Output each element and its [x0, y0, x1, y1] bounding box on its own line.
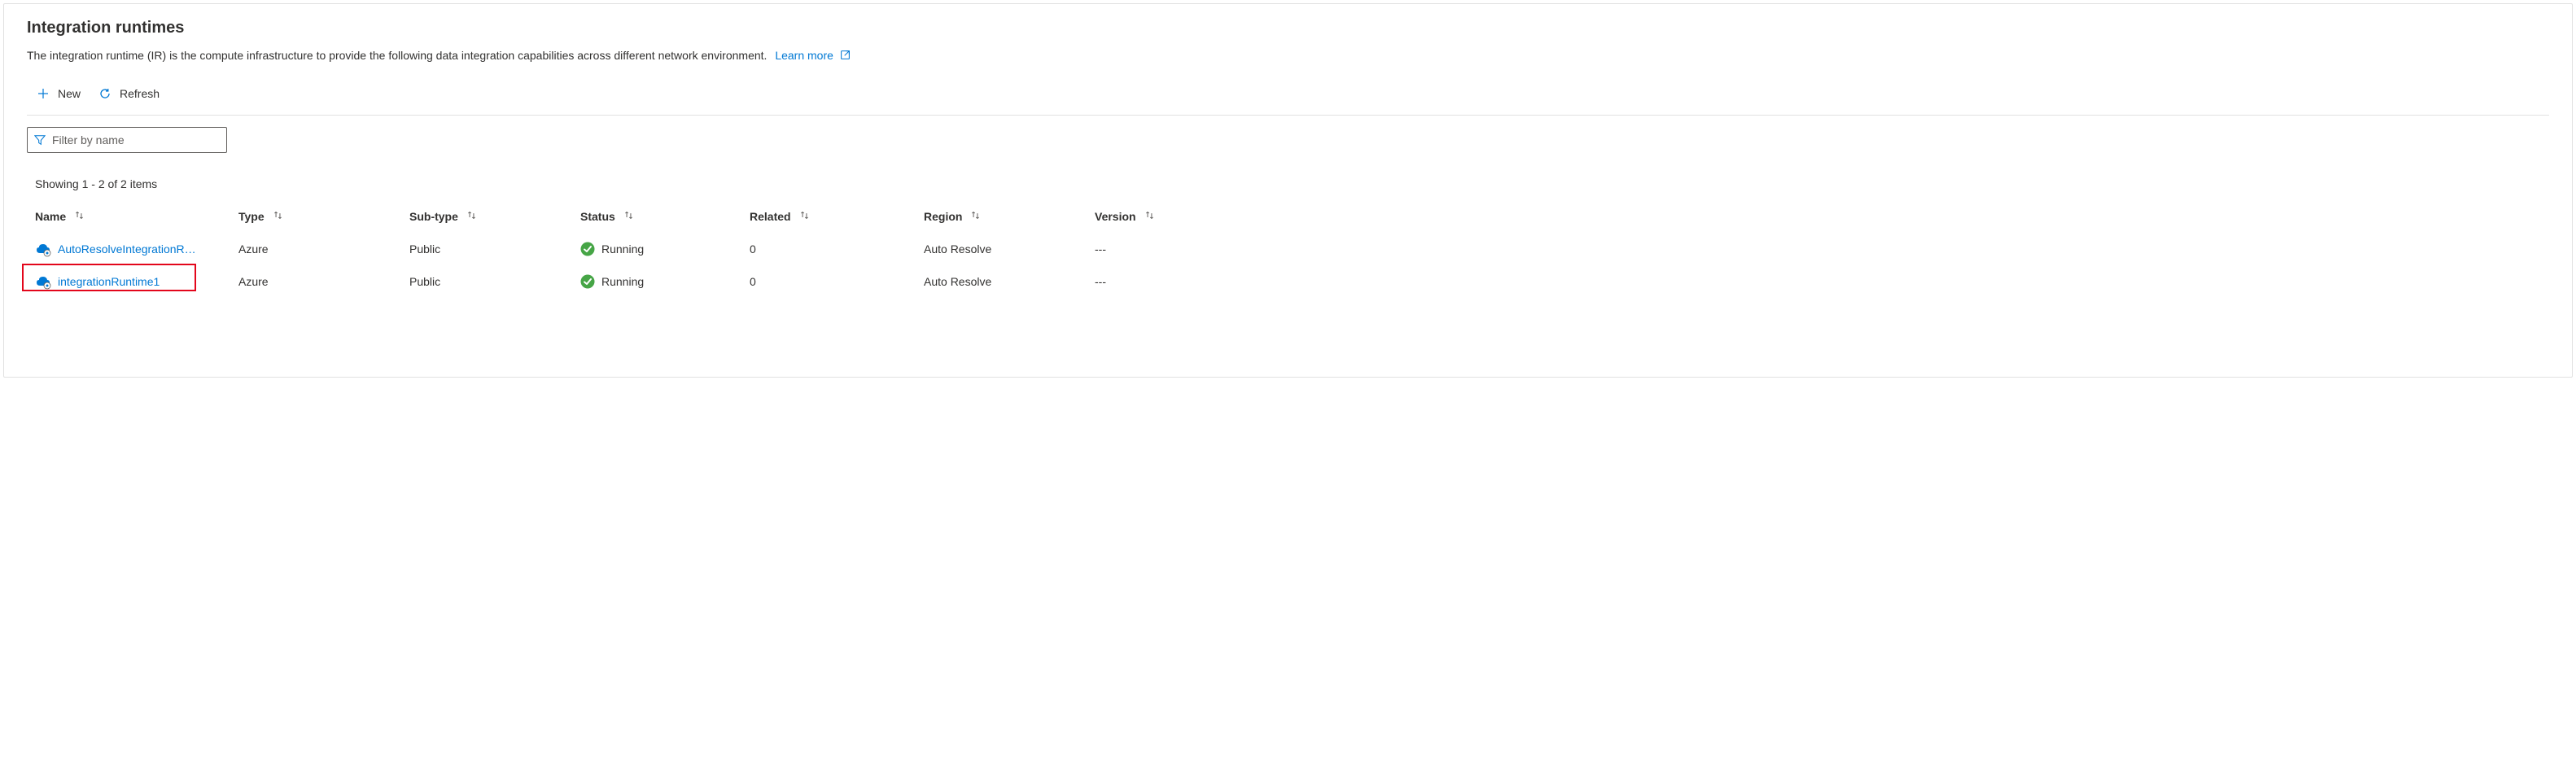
sort-icon: [623, 210, 634, 223]
filter-input-wrap[interactable]: [27, 127, 227, 153]
type-cell: Azure: [238, 275, 409, 288]
col-name[interactable]: Name: [35, 210, 238, 223]
cloud-runtime-icon: [35, 273, 51, 290]
filter-section: [27, 127, 2549, 153]
runtime-name-link[interactable]: AutoResolveIntegrationR…: [58, 242, 196, 256]
table-header: Name Type Sub-type: [27, 203, 2549, 233]
showing-text: Showing 1 - 2 of 2 items: [27, 168, 2549, 203]
table-row: integrationRuntime1 Azure Public Running…: [27, 265, 2549, 298]
related-cell: 0: [750, 242, 924, 256]
name-cell: integrationRuntime1: [35, 273, 238, 290]
name-cell: AutoResolveIntegrationR…: [35, 241, 238, 257]
status-text: Running: [601, 275, 644, 288]
page-title: Integration runtimes: [27, 19, 2549, 37]
col-type[interactable]: Type: [238, 210, 409, 223]
description-text: The integration runtime (IR) is the comp…: [27, 49, 767, 62]
col-subtype[interactable]: Sub-type: [409, 210, 580, 223]
col-related-label: Related: [750, 210, 791, 223]
subtype-cell: Public: [409, 242, 580, 256]
region-cell: Auto Resolve: [924, 275, 1095, 288]
runtimes-table: Name Type Sub-type: [27, 203, 2549, 298]
col-version[interactable]: Version: [1095, 210, 1257, 223]
col-version-label: Version: [1095, 210, 1136, 223]
new-button[interactable]: New: [35, 84, 82, 103]
refresh-button[interactable]: Refresh: [97, 84, 161, 103]
status-text: Running: [601, 242, 644, 256]
type-cell: Azure: [238, 242, 409, 256]
new-label: New: [58, 87, 81, 100]
sort-icon: [799, 210, 810, 223]
region-cell: Auto Resolve: [924, 242, 1095, 256]
col-status[interactable]: Status: [580, 210, 750, 223]
status-ok-icon: [580, 242, 595, 256]
filter-input[interactable]: [46, 133, 220, 146]
page-description: The integration runtime (IR) is the comp…: [27, 49, 2549, 63]
toolbar: New Refresh: [27, 79, 2549, 116]
col-type-label: Type: [238, 210, 265, 223]
learn-more-link[interactable]: Learn more: [775, 49, 850, 62]
status-cell: Running: [580, 274, 750, 289]
col-name-label: Name: [35, 210, 66, 223]
version-cell: ---: [1095, 275, 1257, 288]
learn-more-label: Learn more: [775, 49, 833, 62]
sort-icon: [970, 210, 981, 223]
filter-icon: [34, 134, 46, 146]
col-subtype-label: Sub-type: [409, 210, 458, 223]
version-cell: ---: [1095, 242, 1257, 256]
runtime-name-link[interactable]: integrationRuntime1: [58, 275, 160, 288]
sort-icon: [1144, 210, 1155, 223]
subtype-cell: Public: [409, 275, 580, 288]
refresh-icon: [98, 87, 112, 100]
status-cell: Running: [580, 242, 750, 256]
refresh-label: Refresh: [120, 87, 160, 100]
sort-icon: [273, 210, 283, 223]
col-region-label: Region: [924, 210, 962, 223]
integration-runtimes-panel: Integration runtimes The integration run…: [3, 3, 2573, 378]
sort-icon: [74, 210, 85, 223]
table-row: AutoResolveIntegrationR… Azure Public Ru…: [27, 233, 2549, 265]
related-cell: 0: [750, 275, 924, 288]
table-body: AutoResolveIntegrationR… Azure Public Ru…: [27, 233, 2549, 298]
col-region[interactable]: Region: [924, 210, 1095, 223]
external-link-icon: [840, 50, 851, 63]
col-status-label: Status: [580, 210, 615, 223]
plus-icon: [37, 87, 50, 100]
status-ok-icon: [580, 274, 595, 289]
sort-icon: [466, 210, 477, 223]
cloud-runtime-icon: [35, 241, 51, 257]
col-related[interactable]: Related: [750, 210, 924, 223]
